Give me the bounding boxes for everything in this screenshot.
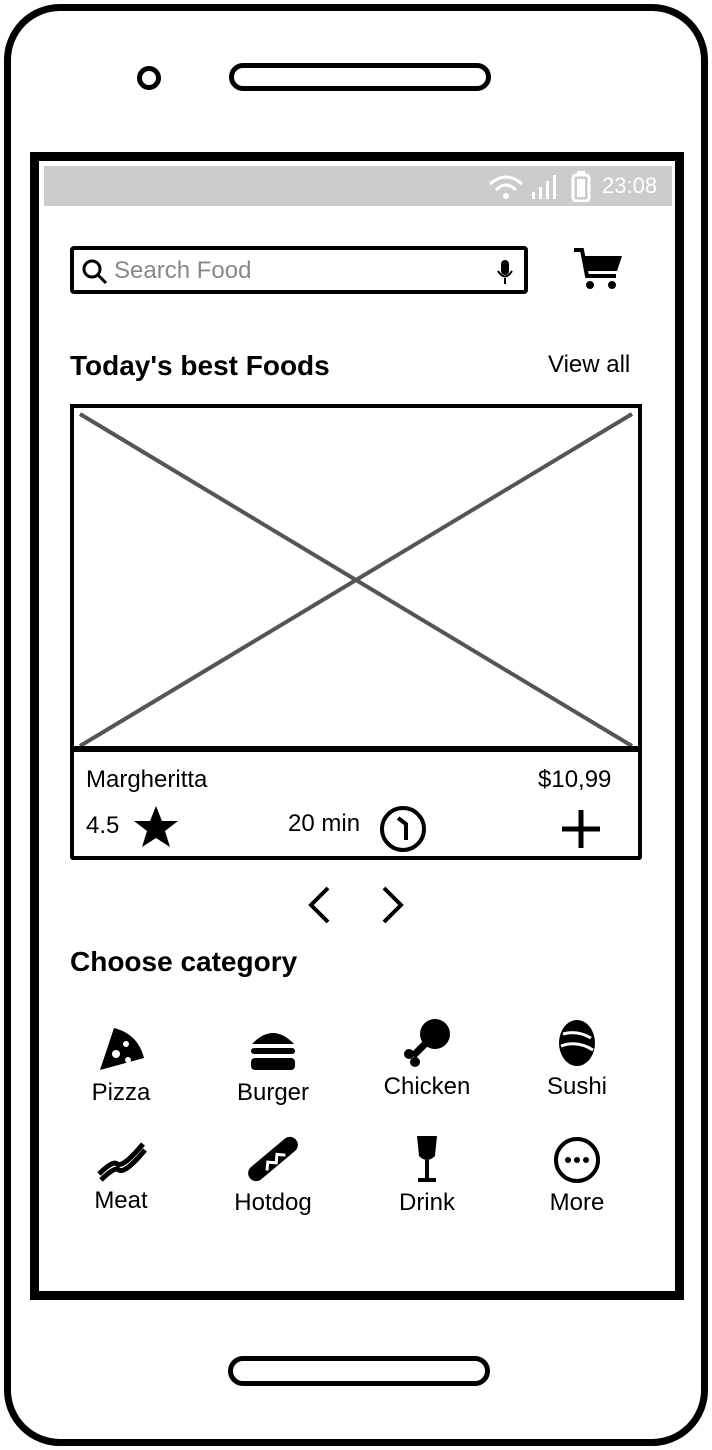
- meat-icon: [97, 1142, 147, 1182]
- more-icon: [554, 1137, 600, 1183]
- food-name: Margheritta: [86, 766, 208, 793]
- food-image-placeholder[interactable]: [70, 404, 642, 750]
- category-label: Pizza: [91, 1079, 151, 1106]
- chevron-left-icon[interactable]: [306, 885, 332, 925]
- chevron-right-icon[interactable]: [380, 885, 406, 925]
- cart-icon[interactable]: [572, 246, 624, 292]
- category-more[interactable]: More: [512, 1136, 642, 1217]
- category-sushi[interactable]: Sushi: [512, 1018, 642, 1101]
- section-title-best-foods: Today's best Foods: [70, 350, 330, 381]
- category-label: Chicken: [383, 1073, 471, 1100]
- category-meat[interactable]: Meat: [56, 1136, 186, 1215]
- burger-icon: [251, 1033, 295, 1070]
- hotdog-icon: [248, 1136, 298, 1182]
- pizza-icon: [100, 1028, 144, 1070]
- category-burger[interactable]: Burger: [208, 1026, 338, 1107]
- star-icon: [134, 806, 178, 847]
- add-icon[interactable]: [560, 808, 602, 850]
- view-all-link[interactable]: View all: [548, 351, 630, 379]
- battery-icon: [571, 171, 591, 202]
- microphone-icon[interactable]: [496, 258, 514, 286]
- category-label: More: [549, 1189, 605, 1216]
- section-title-category: Choose category: [70, 946, 298, 977]
- category-label: Hotdog: [234, 1189, 312, 1216]
- category-pizza[interactable]: Pizza: [56, 1022, 186, 1107]
- image-placeholder-cross: [78, 412, 634, 746]
- category-label: Burger: [236, 1079, 310, 1106]
- search-icon: [82, 259, 108, 285]
- food-card[interactable]: Margheritta $10,99 4.5 20 min: [70, 748, 642, 860]
- clock-icon: [380, 806, 426, 852]
- status-bar: 23:08: [44, 166, 672, 206]
- food-time: 20 min: [288, 810, 361, 837]
- category-label: Sushi: [546, 1073, 608, 1100]
- status-time: 23:08: [602, 173, 658, 198]
- search-input[interactable]: Search Food: [70, 246, 528, 294]
- signal-icon: [532, 175, 556, 199]
- category-drink[interactable]: Drink: [362, 1134, 492, 1217]
- chicken-icon: [404, 1019, 450, 1067]
- category-chicken[interactable]: Chicken: [362, 1016, 492, 1101]
- search-placeholder: Search Food: [114, 257, 252, 284]
- drink-icon: [417, 1136, 437, 1182]
- category-label: Meat: [94, 1187, 148, 1214]
- food-rating: 4.5: [86, 812, 120, 839]
- wifi-icon: [489, 175, 523, 199]
- category-hotdog[interactable]: Hotdog: [208, 1134, 338, 1217]
- sushi-icon: [559, 1020, 595, 1066]
- category-label: Drink: [398, 1189, 455, 1216]
- home-button[interactable]: [228, 1356, 490, 1386]
- food-price: $10,99: [538, 766, 612, 793]
- speaker-grille: [229, 63, 491, 91]
- camera-icon: [137, 66, 161, 90]
